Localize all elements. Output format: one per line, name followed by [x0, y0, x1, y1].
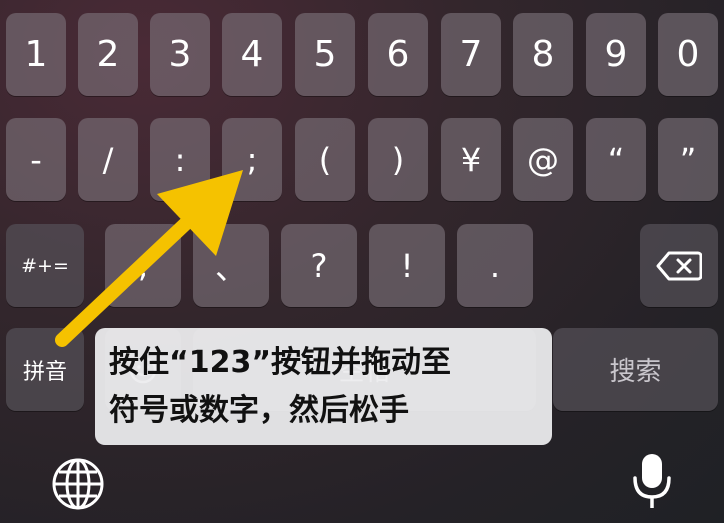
globe-button[interactable]: [50, 456, 106, 516]
yellow-arrow-icon: [55, 170, 243, 347]
globe-icon: [52, 458, 104, 510]
microphone-button[interactable]: [630, 452, 674, 516]
microphone-icon: [633, 454, 671, 508]
